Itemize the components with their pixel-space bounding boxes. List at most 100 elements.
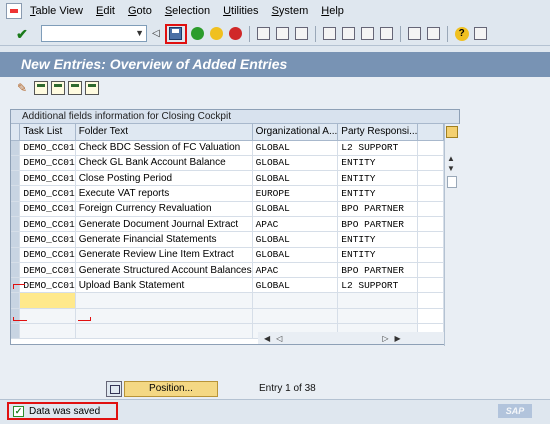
row-selector[interactable] (11, 170, 21, 187)
cell-folder-text[interactable] (75, 323, 253, 340)
cell-task-list[interactable]: DEMO_CC01 (19, 216, 76, 233)
collapse-arrow-icon[interactable]: ◁ (152, 28, 160, 39)
cell-task-list[interactable] (19, 292, 76, 309)
cell-task-list[interactable]: DEMO_CC01 (19, 201, 76, 217)
cell-org-area[interactable]: GLOBAL (252, 140, 339, 156)
cell-task-list[interactable]: DEMO_CC01 (19, 155, 76, 172)
row-selector[interactable] (11, 216, 21, 233)
cell-org-area[interactable]: APAC (252, 262, 339, 279)
scroll-right-step-icon[interactable]: ▷ (382, 334, 388, 343)
command-input[interactable] (42, 26, 134, 41)
cell-task-list[interactable] (19, 308, 76, 325)
cell-folder-text[interactable]: Execute VAT reports (75, 185, 253, 202)
cell-org-area[interactable] (252, 308, 339, 325)
cell-party-responsible[interactable]: L2 SUPPORT (337, 140, 419, 156)
cell-party-responsible[interactable]: L2 SUPPORT (337, 277, 419, 294)
position-button-label[interactable]: Position... (124, 381, 218, 397)
position-icon[interactable] (106, 381, 122, 397)
find-icon[interactable] (275, 26, 291, 42)
row-selector[interactable] (11, 292, 21, 309)
column-header-party-responsible[interactable]: Party Responsi... (337, 124, 419, 141)
cell-folder-text[interactable]: Generate Review Line Item Extract (75, 247, 253, 263)
cell-task-list[interactable] (19, 323, 76, 340)
cell-party-responsible[interactable]: BPO PARTNER (337, 201, 419, 217)
cell-folder-text[interactable]: Check GL Bank Account Balance (75, 155, 253, 172)
cell-folder-text[interactable]: Generate Structured Account Balances (75, 262, 253, 279)
cell-org-area[interactable]: GLOBAL (252, 247, 339, 263)
menu-item-goto[interactable]: Goto (128, 5, 152, 17)
cell-party-responsible[interactable] (337, 292, 419, 309)
command-field[interactable]: ▼ (41, 25, 147, 42)
cell-org-area[interactable]: GLOBAL (252, 277, 339, 294)
cell-folder-text[interactable]: Close Posting Period (75, 170, 253, 187)
table-settings-icon[interactable] (446, 126, 458, 138)
cell-folder-text[interactable]: Generate Document Journal Extract (75, 216, 253, 233)
scroll-down-icon[interactable]: ▼ (447, 164, 455, 173)
enter-icon[interactable]: ✔ (14, 26, 30, 42)
menu-item-selection[interactable]: Selection (165, 5, 210, 17)
cell-task-list[interactable]: DEMO_CC01 (19, 262, 76, 279)
cell-folder-text[interactable]: Foreign Currency Revaluation (75, 201, 253, 217)
back-icon[interactable] (190, 26, 206, 42)
cell-party-responsible[interactable]: ENTITY (337, 247, 419, 263)
status-message-box[interactable]: ✓ Data was saved (7, 402, 118, 420)
cell-org-area[interactable]: EUROPE (252, 185, 339, 202)
cell-folder-text[interactable]: Check BDC Session of FC Valuation (75, 140, 253, 156)
next-page-icon[interactable] (360, 26, 376, 42)
row-selector[interactable] (11, 262, 21, 279)
cell-party-responsible[interactable]: ENTITY (337, 170, 419, 187)
find-next-icon[interactable] (294, 26, 310, 42)
cell-folder-text[interactable] (75, 292, 253, 309)
menu-item-system[interactable]: System (272, 5, 309, 17)
menu-item-table-view[interactable]: Table View (30, 5, 83, 17)
cell-task-list[interactable]: DEMO_CC01 (19, 170, 76, 187)
exit-icon[interactable] (209, 26, 225, 42)
cell-task-list[interactable]: DEMO_CC01 (19, 231, 76, 248)
display-change-icon[interactable]: ✎ (17, 81, 31, 95)
cell-party-responsible[interactable]: ENTITY (337, 185, 419, 202)
cell-task-list[interactable]: DEMO_CC01 (19, 277, 76, 294)
cell-org-area[interactable] (252, 292, 339, 309)
menu-item-utilities[interactable]: Utilities (223, 5, 258, 17)
row-selector[interactable] (11, 323, 21, 340)
help-icon[interactable]: ? (454, 26, 470, 42)
cell-task-list[interactable]: DEMO_CC01 (19, 247, 76, 263)
row-selector[interactable] (11, 231, 21, 248)
layout-icon[interactable] (473, 26, 489, 42)
create-session-icon[interactable] (407, 26, 423, 42)
scroll-right-icon[interactable]: ▶ (394, 334, 400, 343)
row-selector[interactable] (11, 155, 21, 172)
cancel-icon[interactable] (228, 26, 244, 42)
cell-party-responsible[interactable]: ENTITY (337, 155, 419, 172)
system-menu-icon[interactable] (6, 3, 22, 19)
delete-icon[interactable] (68, 81, 82, 95)
scroll-thumb[interactable] (447, 176, 457, 188)
copy-as-icon[interactable] (51, 81, 65, 95)
chevron-down-icon[interactable]: ▼ (135, 28, 144, 38)
cell-party-responsible[interactable]: BPO PARTNER (337, 262, 419, 279)
position-button[interactable]: Position... (106, 381, 218, 397)
scroll-left-icon[interactable]: ◀ (264, 334, 270, 343)
scroll-left-step-icon[interactable]: ◁ (276, 334, 282, 343)
cell-party-responsible[interactable]: BPO PARTNER (337, 216, 419, 233)
shortcut-icon[interactable] (426, 26, 442, 42)
select-all-cell[interactable] (11, 124, 21, 141)
row-selector[interactable] (11, 247, 21, 263)
previous-page-icon[interactable] (341, 26, 357, 42)
horizontal-scrollbar[interactable]: ◀ ◁ ▷ ▶ (258, 332, 444, 344)
last-page-icon[interactable] (379, 26, 395, 42)
column-header-task-list[interactable]: Task List (19, 124, 76, 141)
cell-task-list[interactable]: DEMO_CC01 (19, 185, 76, 202)
cell-org-area[interactable]: APAC (252, 216, 339, 233)
new-entries-icon[interactable] (34, 81, 48, 95)
column-header-folder-text[interactable]: Folder Text (75, 124, 253, 141)
first-page-icon[interactable] (322, 26, 338, 42)
row-selector[interactable] (11, 185, 21, 202)
print-icon[interactable] (256, 26, 272, 42)
cell-org-area[interactable]: GLOBAL (252, 231, 339, 248)
cell-org-area[interactable]: GLOBAL (252, 201, 339, 217)
row-selector[interactable] (11, 201, 21, 217)
undo-change-icon[interactable] (85, 81, 99, 95)
scroll-up-icon[interactable]: ▲ (447, 154, 455, 163)
cell-folder-text[interactable]: Generate Financial Statements (75, 231, 253, 248)
